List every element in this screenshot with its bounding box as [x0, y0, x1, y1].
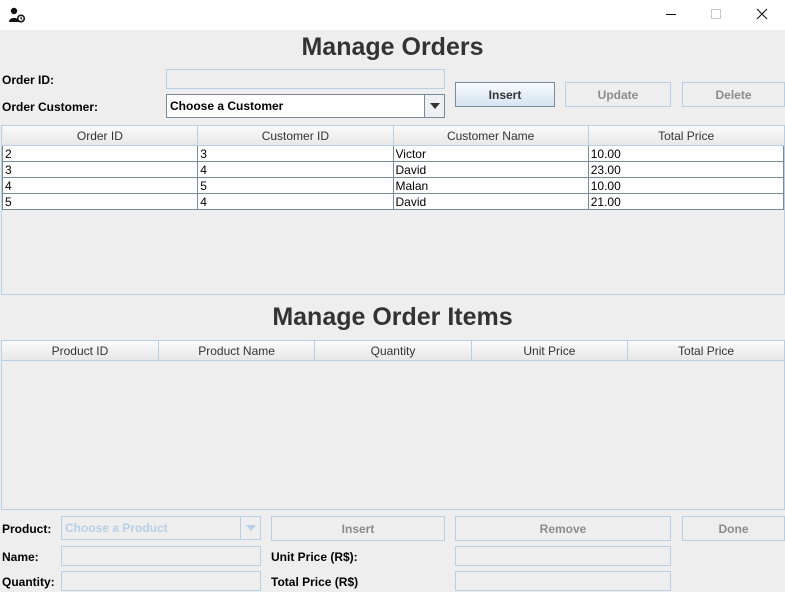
product-label: Product: [2, 522, 52, 536]
table-row[interactable]: 2 3 Victor 10.00 [1, 145, 785, 162]
column-header-quantity[interactable]: Quantity [314, 341, 472, 361]
product-select[interactable]: Choose a Product [61, 516, 261, 540]
name-field[interactable] [61, 546, 261, 566]
table-row[interactable]: 4 5 Malan 10.00 [1, 177, 785, 194]
product-select-value: Choose a Product [65, 521, 168, 535]
total-price-cell[interactable]: 10.00 [587, 145, 785, 162]
quantity-field[interactable] [61, 571, 261, 591]
app-user-icon [8, 6, 26, 24]
unit-price-label: Unit Price (R$): [271, 550, 358, 564]
total-price-label: Total Price (R$) [271, 575, 359, 589]
unit-price-field[interactable] [455, 546, 671, 566]
window-titlebar [0, 0, 785, 30]
order-id-cell[interactable]: 4 [1, 177, 199, 194]
orders-table[interactable]: Order ID Customer ID Customer Name Total… [1, 125, 785, 295]
customer-select-value: Choose a Customer [170, 99, 284, 113]
customer-id-cell[interactable]: 5 [197, 177, 394, 194]
column-header-customer-name[interactable]: Customer Name [393, 126, 589, 146]
minimize-button[interactable] [648, 0, 694, 30]
customer-name-cell[interactable]: Malan [392, 177, 589, 194]
orders-update-button[interactable]: Update [565, 82, 671, 107]
quantity-label: Quantity: [2, 575, 55, 589]
customer-id-cell[interactable]: 3 [197, 145, 394, 162]
order-items-table-header: Product ID Product Name Quantity Unit Pr… [2, 341, 784, 361]
customer-id-cell[interactable]: 4 [197, 161, 394, 178]
customer-select[interactable]: Choose a Customer [166, 94, 445, 118]
column-header-product-name[interactable]: Product Name [158, 341, 316, 361]
customer-id-cell[interactable]: 4 [197, 193, 394, 210]
items-insert-button[interactable]: Insert [271, 516, 445, 541]
customer-name-cell[interactable]: David [392, 193, 589, 210]
column-header-total-price[interactable]: Total Price [588, 126, 784, 146]
table-row[interactable]: 3 4 David 23.00 [1, 161, 785, 178]
order-id-field[interactable] [166, 69, 445, 89]
orders-title: Manage Orders [301, 33, 484, 61]
maximize-icon [710, 8, 722, 23]
name-label: Name: [2, 550, 39, 564]
maximize-button[interactable] [693, 0, 739, 30]
order-id-cell[interactable]: 5 [1, 193, 199, 210]
customer-name-cell[interactable]: Victor [392, 145, 589, 162]
close-button[interactable] [739, 0, 785, 30]
customer-name-cell[interactable]: David [392, 161, 589, 178]
close-icon [756, 8, 768, 23]
items-done-button[interactable]: Done [682, 516, 785, 541]
chevron-down-icon[interactable] [240, 517, 260, 539]
column-header-order-id[interactable]: Order ID [2, 126, 199, 146]
column-header-unit-price[interactable]: Unit Price [471, 341, 629, 361]
total-price-cell[interactable]: 10.00 [587, 177, 785, 194]
order-id-cell[interactable]: 3 [1, 161, 199, 178]
total-price-cell[interactable]: 21.00 [587, 193, 785, 210]
order-items-table[interactable]: Product ID Product Name Quantity Unit Pr… [1, 340, 785, 510]
items-remove-button[interactable]: Remove [455, 516, 671, 541]
column-header-item-total-price[interactable]: Total Price [627, 341, 784, 361]
minimize-icon [665, 8, 677, 23]
total-price-field[interactable] [455, 571, 671, 591]
orders-delete-button[interactable]: Delete [682, 82, 785, 107]
table-row[interactable]: 5 4 David 21.00 [1, 193, 785, 210]
chevron-down-icon[interactable] [424, 95, 444, 117]
orders-table-header: Order ID Customer ID Customer Name Total… [2, 126, 784, 146]
order-customer-label: Order Customer: [2, 100, 99, 114]
orders-insert-button[interactable]: Insert [455, 82, 555, 107]
total-price-cell[interactable]: 23.00 [587, 161, 785, 178]
order-id-cell[interactable]: 2 [1, 145, 199, 162]
order-items-title: Manage Order Items [272, 303, 513, 331]
column-header-customer-id[interactable]: Customer ID [197, 126, 394, 146]
column-header-product-id[interactable]: Product ID [2, 341, 159, 361]
order-id-label: Order ID: [2, 73, 55, 87]
